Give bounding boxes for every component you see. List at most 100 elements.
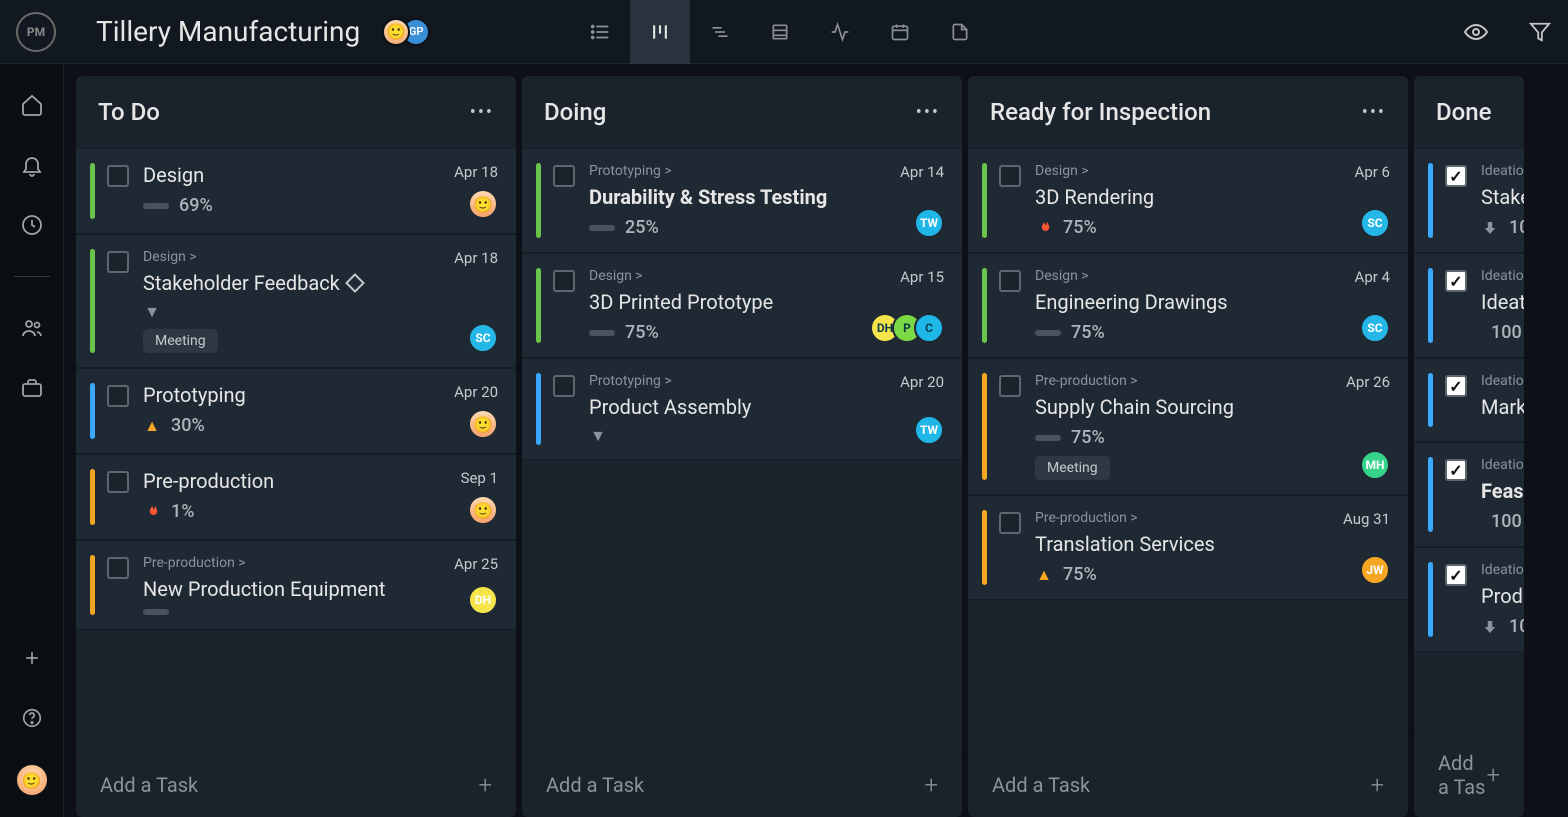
task-title: Product Assembly <box>589 395 874 419</box>
add-task-button[interactable]: Add a Tas+ <box>1414 732 1524 817</box>
view-table-icon[interactable] <box>750 0 810 64</box>
task-checkbox[interactable] <box>107 165 129 187</box>
assignee-list: JW <box>1360 555 1390 585</box>
task-card[interactable]: Pre-production >Translation Services▲75%… <box>968 495 1408 600</box>
view-gantt-icon[interactable] <box>690 0 750 64</box>
task-checkbox[interactable]: ✓ <box>1445 165 1467 187</box>
parent-link[interactable]: Ideation <box>1481 163 1506 179</box>
task-checkbox[interactable] <box>553 375 575 397</box>
task-card[interactable]: Prototyping >Product Assembly▼Apr 20TW <box>522 358 962 460</box>
task-checkbox[interactable] <box>999 270 1021 292</box>
task-tag[interactable]: Meeting <box>1035 456 1110 480</box>
add-task-button[interactable]: Add a Task+ <box>76 752 516 817</box>
task-card[interactable]: ✓IdeationStakeh100 <box>1414 148 1524 253</box>
task-checkbox[interactable] <box>999 512 1021 534</box>
add-task-label: Add a Task <box>100 773 198 797</box>
parent-link[interactable]: Pre-production > <box>1035 510 1320 526</box>
parent-link[interactable]: Ideation <box>1481 268 1506 284</box>
column-menu-icon[interactable]: ••• <box>1362 102 1386 123</box>
task-card[interactable]: ✓IdeationMarke <box>1414 358 1524 442</box>
assignee-avatar[interactable]: C <box>914 313 944 343</box>
task-card[interactable]: Prototyping▲30%Apr 20🙂 <box>76 368 516 454</box>
expand-icon[interactable]: ▼ <box>143 303 161 321</box>
task-card[interactable]: Design69%Apr 18🙂 <box>76 148 516 234</box>
task-card[interactable]: Design >Engineering Drawings75%Apr 4SC <box>968 253 1408 358</box>
task-card[interactable]: Pre-production1%Sep 1🙂 <box>76 454 516 540</box>
app-logo[interactable]: PM <box>16 12 56 52</box>
assignee-avatar[interactable]: SC <box>1360 313 1390 343</box>
parent-link[interactable]: Pre-production > <box>1035 373 1320 389</box>
assignee-avatar[interactable]: 🙂 <box>468 189 498 219</box>
task-tag[interactable]: Meeting <box>143 329 218 353</box>
assignee-avatar[interactable]: SC <box>468 323 498 353</box>
task-checkbox[interactable] <box>107 471 129 493</box>
add-task-button[interactable]: Add a Task+ <box>968 752 1408 817</box>
column-body: Design69%Apr 18🙂Design >Stakeholder Feed… <box>76 148 516 752</box>
task-checkbox[interactable]: ✓ <box>1445 459 1467 481</box>
visibility-icon[interactable] <box>1464 20 1488 44</box>
task-checkbox[interactable]: ✓ <box>1445 564 1467 586</box>
assignee-avatar[interactable]: TW <box>914 415 944 445</box>
people-icon[interactable] <box>19 315 45 341</box>
add-icon[interactable] <box>19 645 45 671</box>
task-checkbox[interactable] <box>107 557 129 579</box>
task-checkbox[interactable] <box>999 165 1021 187</box>
assignee-avatar[interactable]: JW <box>1360 555 1390 585</box>
card-body: Pre-production >New Production Equipment <box>143 555 428 615</box>
avatar-user[interactable] <box>382 18 410 46</box>
parent-link[interactable]: Design > <box>1035 163 1320 179</box>
column-menu-icon[interactable]: ••• <box>470 102 494 123</box>
help-icon[interactable] <box>19 705 45 731</box>
assignee-avatar[interactable]: 🙂 <box>468 495 498 525</box>
parent-link[interactable]: Design > <box>1035 268 1320 284</box>
column-menu-icon[interactable]: ••• <box>916 102 940 123</box>
project-avatars[interactable]: GP <box>382 18 430 46</box>
parent-link[interactable]: Ideation <box>1481 562 1506 578</box>
briefcase-icon[interactable] <box>19 375 45 401</box>
parent-link[interactable]: Prototyping > <box>589 373 874 389</box>
kanban-board: To Do•••Design69%Apr 18🙂Design >Stakehol… <box>64 64 1568 817</box>
clock-icon[interactable] <box>19 212 45 238</box>
home-icon[interactable] <box>19 92 45 118</box>
assignee-avatar[interactable]: TW <box>914 208 944 238</box>
user-avatar[interactable] <box>17 765 47 795</box>
parent-link[interactable]: Design > <box>589 268 870 284</box>
filter-icon[interactable] <box>1528 20 1552 44</box>
view-list-icon[interactable] <box>570 0 630 64</box>
bell-icon[interactable] <box>19 152 45 178</box>
assignee-avatar[interactable]: MH <box>1360 450 1390 480</box>
task-checkbox[interactable] <box>999 375 1021 397</box>
add-task-button[interactable]: Add a Task+ <box>522 752 962 817</box>
task-card[interactable]: Prototyping >Durability & Stress Testing… <box>522 148 962 253</box>
task-checkbox[interactable] <box>107 251 129 273</box>
task-checkbox[interactable] <box>107 385 129 407</box>
view-activity-icon[interactable] <box>810 0 870 64</box>
task-card[interactable]: ✓IdeationFeasib100 <box>1414 442 1524 547</box>
view-file-icon[interactable] <box>930 0 990 64</box>
parent-link[interactable]: Pre-production > <box>143 555 428 571</box>
task-checkbox[interactable] <box>553 270 575 292</box>
card-stripe <box>90 383 95 439</box>
task-card[interactable]: Design >3D Rendering75%Apr 6SC <box>968 148 1408 253</box>
task-card[interactable]: ✓IdeationProdu100 <box>1414 547 1524 652</box>
parent-link[interactable]: Ideation <box>1481 373 1506 389</box>
task-card[interactable]: Pre-production >New Production Equipment… <box>76 540 516 630</box>
task-card[interactable]: Pre-production >Supply Chain Sourcing75%… <box>968 358 1408 495</box>
task-checkbox[interactable]: ✓ <box>1445 270 1467 292</box>
assignee-avatar[interactable]: DH <box>468 585 498 615</box>
task-card[interactable]: Design >Stakeholder Feedback ▼MeetingApr… <box>76 234 516 368</box>
task-card[interactable]: Design >3D Printed Prototype75%Apr 15DHP… <box>522 253 962 358</box>
task-checkbox[interactable] <box>553 165 575 187</box>
assignee-avatar[interactable]: SC <box>1360 208 1390 238</box>
project-title[interactable]: Tillery Manufacturing <box>96 15 360 48</box>
parent-link[interactable]: Prototyping > <box>589 163 874 179</box>
assignee-avatar[interactable]: 🙂 <box>468 409 498 439</box>
view-calendar-icon[interactable] <box>870 0 930 64</box>
task-card[interactable]: ✓IdeationIdeatio100 <box>1414 253 1524 358</box>
expand-icon[interactable]: ▼ <box>589 427 607 445</box>
view-board-icon[interactable] <box>630 0 690 64</box>
task-checkbox[interactable]: ✓ <box>1445 375 1467 397</box>
parent-link[interactable]: Design > <box>143 249 428 265</box>
add-task-label: Add a Tas <box>1438 751 1486 799</box>
parent-link[interactable]: Ideation <box>1481 457 1506 473</box>
